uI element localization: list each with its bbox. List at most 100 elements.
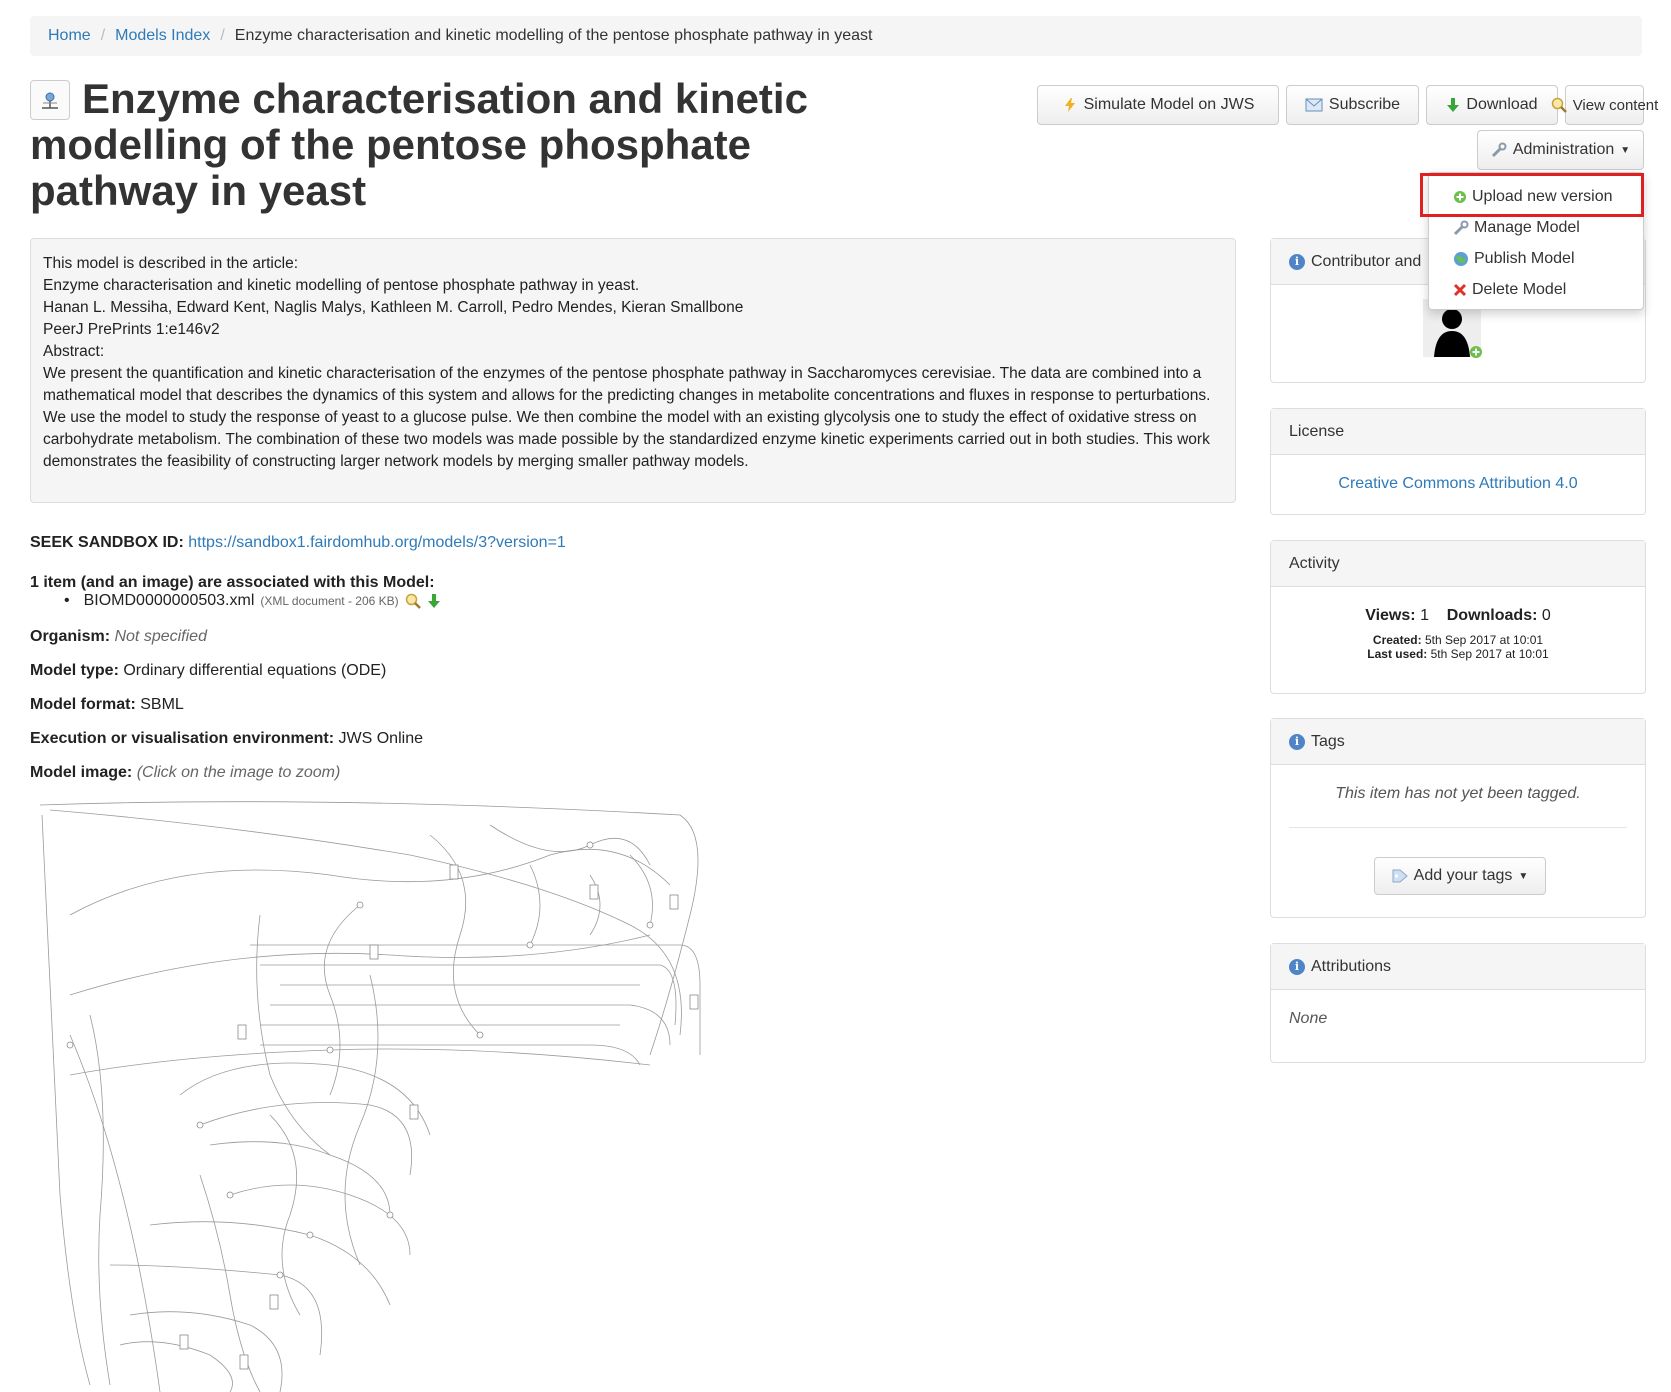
tag-icon	[1392, 869, 1408, 883]
page-title: Enzyme characterisation and kinetic mode…	[30, 75, 808, 214]
wrench-icon	[1453, 220, 1469, 236]
model-diagram-image[interactable]	[30, 795, 740, 1392]
license-heading-text: License	[1289, 422, 1345, 440]
simulate-model-label: Simulate Model on JWS	[1083, 96, 1255, 113]
menu-item-delete-model[interactable]: Delete Model	[1429, 275, 1643, 305]
file-list-item: • BIOMD0000000503.xml (XML document - 20…	[64, 592, 441, 610]
download-file-icon[interactable]	[427, 593, 441, 609]
view-content-button[interactable]: View content	[1551, 85, 1658, 125]
downloads-label: Downloads:	[1446, 607, 1538, 624]
organism-row: Organism: Not specified	[30, 628, 207, 646]
created-label: Created:	[1372, 633, 1422, 647]
execution-environment-value: JWS Online	[338, 730, 423, 747]
breadcrumb-home[interactable]: Home	[48, 27, 91, 44]
last-used-value: 5th Sep 2017 at 10:01	[1430, 647, 1549, 661]
activity-counts: Views: 1 Downloads: 0	[1271, 587, 1645, 625]
menu-item-label: Delete Model	[1472, 281, 1567, 298]
add-tags-label: Add your tags	[1413, 867, 1513, 884]
views-label: Views:	[1365, 607, 1416, 624]
description-line: PeerJ PrePrints 1:e146v2	[43, 321, 220, 338]
organism-label: Organism:	[30, 628, 111, 645]
description-abstract: We present the quantification and kineti…	[43, 365, 1211, 470]
breadcrumb: Home / Models Index / Enzyme characterisatio…	[30, 16, 1642, 56]
magnifier-icon	[1551, 97, 1567, 113]
wrench-icon	[1491, 142, 1507, 158]
administration-label: Administration	[1512, 141, 1615, 158]
tags-panel-heading: i Tags	[1271, 719, 1645, 765]
simulate-model-button[interactable]: Simulate Model on JWS	[1037, 85, 1279, 125]
menu-item-publish-model[interactable]: Publish Model	[1429, 244, 1643, 274]
subscribe-button[interactable]: Subscribe	[1286, 85, 1419, 125]
tags-empty-message: This item has not yet been tagged.	[1335, 785, 1581, 802]
attributions-heading-text: Attributions	[1311, 957, 1392, 975]
envelope-icon	[1305, 98, 1323, 112]
download-button[interactable]: Download	[1426, 85, 1558, 125]
add-circle-icon	[1470, 346, 1482, 358]
created-value: 5th Sep 2017 at 10:01	[1424, 633, 1544, 647]
model-image-hint: (Click on the image to zoom)	[136, 764, 341, 781]
description-line: Abstract:	[43, 343, 105, 360]
contributor-heading-text: Contributor and	[1311, 252, 1422, 270]
view-file-magnifier-icon[interactable]	[405, 593, 421, 609]
associated-items-text: 1 item (and an image) are associated wit…	[30, 574, 435, 591]
model-format-row: Model format: SBML	[30, 696, 184, 714]
breadcrumb-separator: /	[220, 27, 225, 44]
seek-id-row: SEEK SANDBOX ID: https://sandbox1.fairdo…	[30, 534, 566, 552]
attributions-panel-heading: i Attributions	[1271, 944, 1645, 990]
breadcrumb-current: Enzyme characterisation and kinetic mode…	[234, 27, 873, 44]
tags-panel: i Tags This item has not yet been tagged…	[1270, 718, 1646, 918]
globe-icon	[1454, 252, 1468, 266]
view-content-label: View content	[1572, 96, 1659, 114]
seek-id-label: SEEK SANDBOX ID:	[30, 534, 184, 551]
menu-item-label: Publish Model	[1474, 250, 1575, 267]
attributions-panel: i Attributions None	[1270, 943, 1646, 1063]
license-panel: License Creative Commons Attribution 4.0	[1270, 408, 1646, 515]
model-type-row: Model type: Ordinary differential equati…	[30, 662, 386, 680]
breadcrumb-separator: /	[100, 27, 106, 44]
seek-id-link[interactable]: https://sandbox1.fairdomhub.org/models/3…	[188, 534, 566, 551]
attributions-value: None	[1289, 1010, 1328, 1027]
description-line: This model is described in the article:	[43, 255, 299, 272]
administration-button[interactable]: Administration ▼	[1477, 130, 1644, 170]
model-format-label: Model format:	[30, 696, 136, 713]
add-tags-button[interactable]: Add your tags ▼	[1374, 857, 1546, 895]
subscribe-label: Subscribe	[1328, 96, 1401, 113]
description-line: Enzyme characterisation and kinetic mode…	[43, 277, 640, 294]
license-link[interactable]: Creative Commons Attribution 4.0	[1338, 475, 1577, 493]
lightning-icon	[1064, 98, 1075, 112]
menu-item-manage-model[interactable]: Manage Model	[1429, 213, 1643, 243]
breadcrumb-models-index[interactable]: Models Index	[115, 27, 210, 44]
divider	[1289, 827, 1627, 828]
execution-environment-label: Execution or visualisation environment:	[30, 730, 335, 747]
associated-items-heading: 1 item (and an image) are associated wit…	[30, 574, 435, 592]
download-label: Download	[1466, 96, 1538, 113]
bullet: •	[64, 592, 70, 609]
execution-environment-row: Execution or visualisation environment: …	[30, 730, 423, 748]
model-image-label: Model image:	[30, 764, 133, 781]
info-icon: i	[1289, 253, 1305, 270]
created-row: Created: 5th Sep 2017 at 10:01	[1271, 633, 1645, 647]
caret-down-icon: ▼	[1518, 870, 1529, 882]
model-description: This model is described in the article: …	[30, 238, 1236, 503]
delete-x-icon	[1453, 283, 1467, 297]
highlight-annotation-box	[1420, 173, 1644, 217]
model-type-label: Model type:	[30, 662, 119, 679]
license-panel-heading: License	[1271, 409, 1645, 455]
caret-down-icon: ▼	[1620, 144, 1631, 156]
file-info: (XML document - 206 KB)	[260, 594, 399, 608]
model-image-row: Model image: (Click on the image to zoom…	[30, 764, 340, 782]
menu-item-label: Manage Model	[1474, 219, 1580, 236]
views-value: 1	[1420, 607, 1429, 624]
activity-heading-text: Activity	[1289, 554, 1340, 572]
model-format-value: SBML	[140, 696, 184, 713]
description-line: Hanan L. Messiha, Edward Kent, Naglis Ma…	[43, 299, 744, 316]
organism-value: Not specified	[114, 628, 207, 645]
person-silhouette-icon	[1434, 309, 1470, 357]
last-used-label: Last used:	[1367, 647, 1428, 661]
tags-heading-text: Tags	[1311, 732, 1345, 750]
info-icon: i	[1289, 958, 1305, 975]
activity-panel-heading: Activity	[1271, 541, 1645, 587]
file-name: BIOMD0000000503.xml	[83, 592, 255, 609]
download-arrow-icon	[1447, 98, 1460, 112]
activity-panel: Activity Views: 1 Downloads: 0 Created: …	[1270, 540, 1646, 694]
